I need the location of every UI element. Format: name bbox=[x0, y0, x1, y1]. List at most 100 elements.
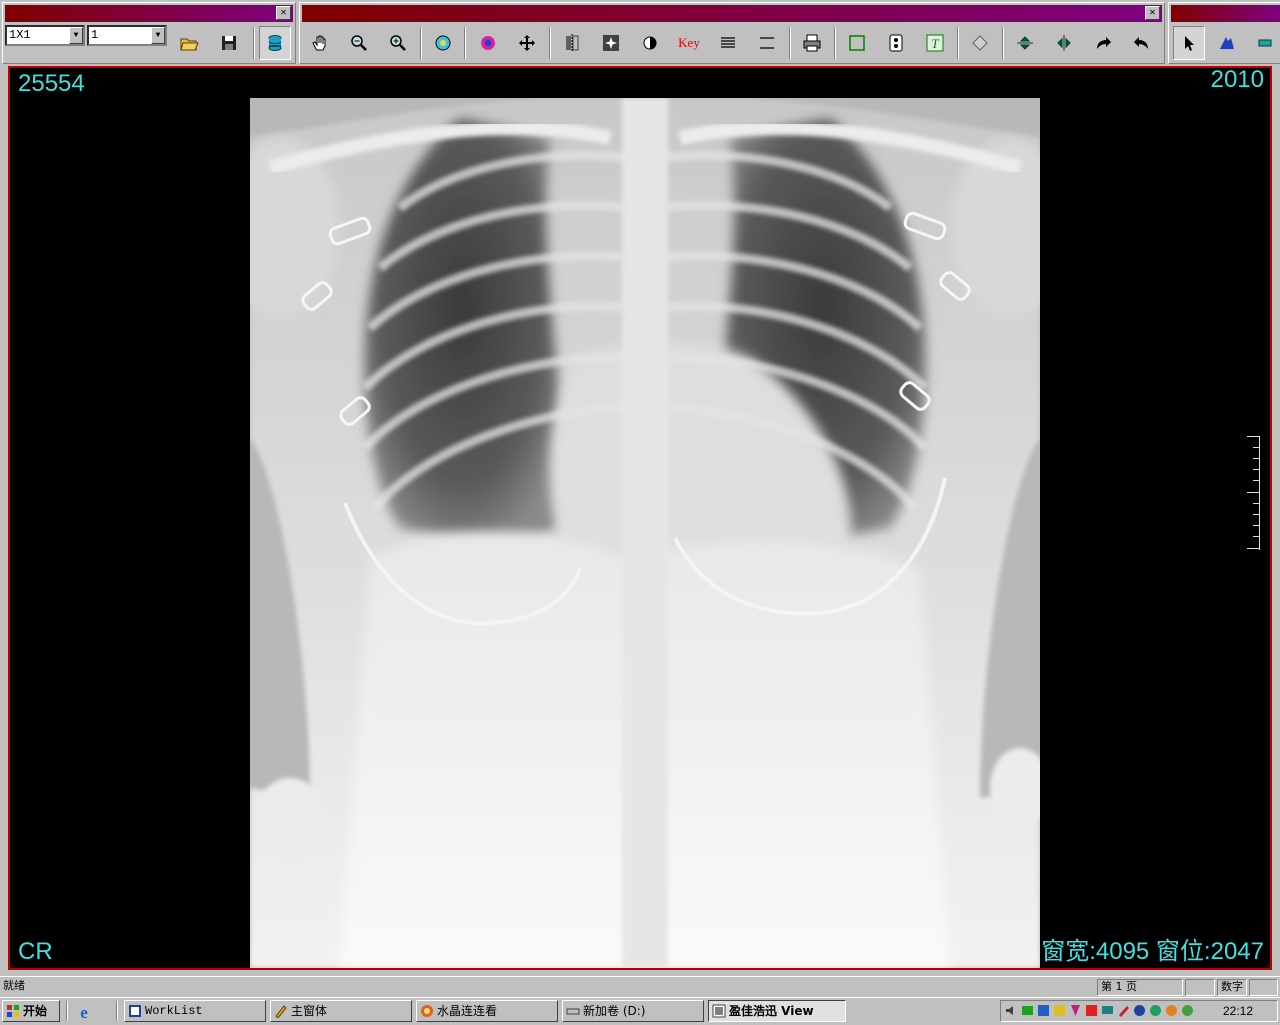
diamond-button[interactable] bbox=[964, 26, 996, 60]
measure-button[interactable] bbox=[880, 26, 912, 60]
task-label: 主窗体 bbox=[291, 1003, 328, 1018]
rectangle-button[interactable] bbox=[841, 26, 873, 60]
pointer-button[interactable] bbox=[1173, 26, 1205, 60]
scale-ruler bbox=[1246, 436, 1260, 550]
page-indicator: 第 1 页 bbox=[1097, 979, 1183, 996]
rectangle-icon bbox=[849, 35, 865, 51]
series-select[interactable]: 1 ▼ bbox=[87, 25, 167, 46]
power-icon[interactable] bbox=[1133, 1004, 1146, 1017]
undo-icon bbox=[1134, 37, 1148, 49]
task-label: 盈佳浩迅 View bbox=[729, 1003, 814, 1018]
update-icon[interactable] bbox=[1165, 1004, 1178, 1017]
flag-icon[interactable] bbox=[1069, 1004, 1082, 1017]
undo-button[interactable] bbox=[1126, 26, 1158, 60]
image-viewport[interactable]: 25554 2010 CR 窗宽:4095 窗位:2047 bbox=[8, 66, 1272, 970]
zoom-out-button[interactable] bbox=[343, 26, 375, 60]
num-lock-indicator: 数字 bbox=[1217, 979, 1247, 996]
pan-button[interactable] bbox=[304, 26, 336, 60]
status-text: 就绪 bbox=[3, 979, 25, 992]
text-annotation-button[interactable]: T bbox=[919, 26, 951, 60]
close-button[interactable]: ✕ bbox=[1145, 6, 1160, 20]
separator bbox=[549, 27, 551, 59]
database-icon bbox=[268, 35, 282, 51]
language-icon[interactable] bbox=[1085, 1004, 1098, 1017]
stack-icon bbox=[1258, 39, 1272, 47]
study-year-overlay: 2010 bbox=[1210, 66, 1264, 93]
pointer-icon bbox=[1185, 36, 1194, 51]
separator bbox=[116, 1001, 118, 1021]
windows-logo-icon bbox=[7, 1005, 19, 1017]
stack-button[interactable] bbox=[1249, 26, 1280, 60]
flip-icon bbox=[566, 34, 579, 52]
toolbar-panel-file: ✕ 1X1 ▼ 1 ▼ bbox=[2, 2, 296, 64]
volume-icon[interactable] bbox=[1005, 1004, 1018, 1017]
rotate-left-button[interactable] bbox=[1009, 26, 1041, 60]
task-game[interactable]: 水晶连连看 bbox=[416, 1000, 558, 1022]
antivirus-icon[interactable] bbox=[1053, 1004, 1066, 1017]
magic-button[interactable] bbox=[1211, 26, 1243, 60]
window-level-button[interactable] bbox=[427, 26, 459, 60]
svg-text:e: e bbox=[80, 1003, 88, 1022]
sharpen-button[interactable] bbox=[595, 26, 627, 60]
flip-button[interactable] bbox=[556, 26, 588, 60]
separator bbox=[253, 27, 255, 59]
status-empty bbox=[1249, 979, 1278, 996]
chevron-down-icon[interactable]: ▼ bbox=[151, 27, 165, 44]
invert-icon bbox=[643, 36, 657, 50]
separator bbox=[834, 27, 836, 59]
zoom-in-icon bbox=[390, 35, 406, 51]
rotate-right-button[interactable] bbox=[1048, 26, 1080, 60]
close-button[interactable]: ✕ bbox=[276, 6, 291, 20]
separator bbox=[1002, 27, 1004, 59]
align-button[interactable] bbox=[712, 26, 744, 60]
chevron-down-icon[interactable]: ▼ bbox=[69, 27, 83, 44]
line-button[interactable] bbox=[751, 26, 783, 60]
toolbar-panel-select bbox=[1168, 2, 1280, 64]
text-annotation-icon: T bbox=[926, 34, 944, 52]
status-bar: 就绪 第 1 页 数字 bbox=[0, 976, 1280, 996]
task-viewer[interactable]: 盈佳浩迅 View bbox=[708, 1000, 846, 1022]
task-worklist[interactable]: WorkList bbox=[124, 1000, 266, 1022]
separator bbox=[464, 27, 466, 59]
ie-quicklaunch[interactable]: e bbox=[74, 1002, 94, 1022]
key-button[interactable]: Key bbox=[673, 26, 705, 60]
measure-icon bbox=[889, 34, 903, 52]
sync-icon[interactable] bbox=[1181, 1004, 1194, 1017]
diamond-icon bbox=[972, 35, 988, 51]
open-button[interactable] bbox=[173, 26, 205, 60]
start-button[interactable]: 开始 bbox=[2, 1000, 60, 1022]
chest-xray-image[interactable] bbox=[250, 98, 1040, 968]
save-button[interactable] bbox=[213, 26, 245, 60]
security-icon[interactable] bbox=[1149, 1004, 1162, 1017]
task-main-window[interactable]: 主窗体 bbox=[270, 1000, 412, 1022]
zoom-in-button[interactable] bbox=[382, 26, 414, 60]
task-label: 新加卷 (D:) bbox=[583, 1003, 646, 1018]
input-method-icon[interactable] bbox=[1037, 1004, 1050, 1017]
separator bbox=[957, 27, 959, 59]
drive-icon bbox=[566, 1008, 580, 1015]
panel-titlebar: ✕ bbox=[302, 5, 1162, 22]
network-icon[interactable] bbox=[1021, 1004, 1034, 1017]
app-icon bbox=[275, 1005, 287, 1018]
modality-overlay: CR bbox=[18, 938, 53, 965]
layout-select-value: 1X1 bbox=[9, 28, 31, 42]
clock[interactable]: 22:12 bbox=[1201, 1004, 1275, 1018]
invert-button[interactable] bbox=[634, 26, 666, 60]
move-button[interactable] bbox=[511, 26, 543, 60]
study-id-overlay: 25554 bbox=[18, 70, 85, 97]
sharpen-icon bbox=[603, 35, 619, 51]
game-icon bbox=[421, 1005, 433, 1017]
color-button[interactable] bbox=[472, 26, 504, 60]
rotate-left-icon bbox=[1017, 36, 1033, 50]
database-button[interactable] bbox=[259, 26, 291, 60]
app-icon bbox=[129, 1005, 141, 1017]
print-button[interactable] bbox=[796, 26, 828, 60]
edit-icon[interactable] bbox=[1117, 1004, 1130, 1017]
task-drive[interactable]: 新加卷 (D:) bbox=[562, 1000, 704, 1022]
monitor-icon[interactable] bbox=[1101, 1004, 1114, 1017]
redo-button[interactable] bbox=[1087, 26, 1119, 60]
task-label: WorkList bbox=[145, 1003, 203, 1018]
print-icon bbox=[803, 34, 821, 52]
internet-explorer-icon: e bbox=[80, 1003, 88, 1022]
layout-select[interactable]: 1X1 ▼ bbox=[5, 25, 85, 46]
